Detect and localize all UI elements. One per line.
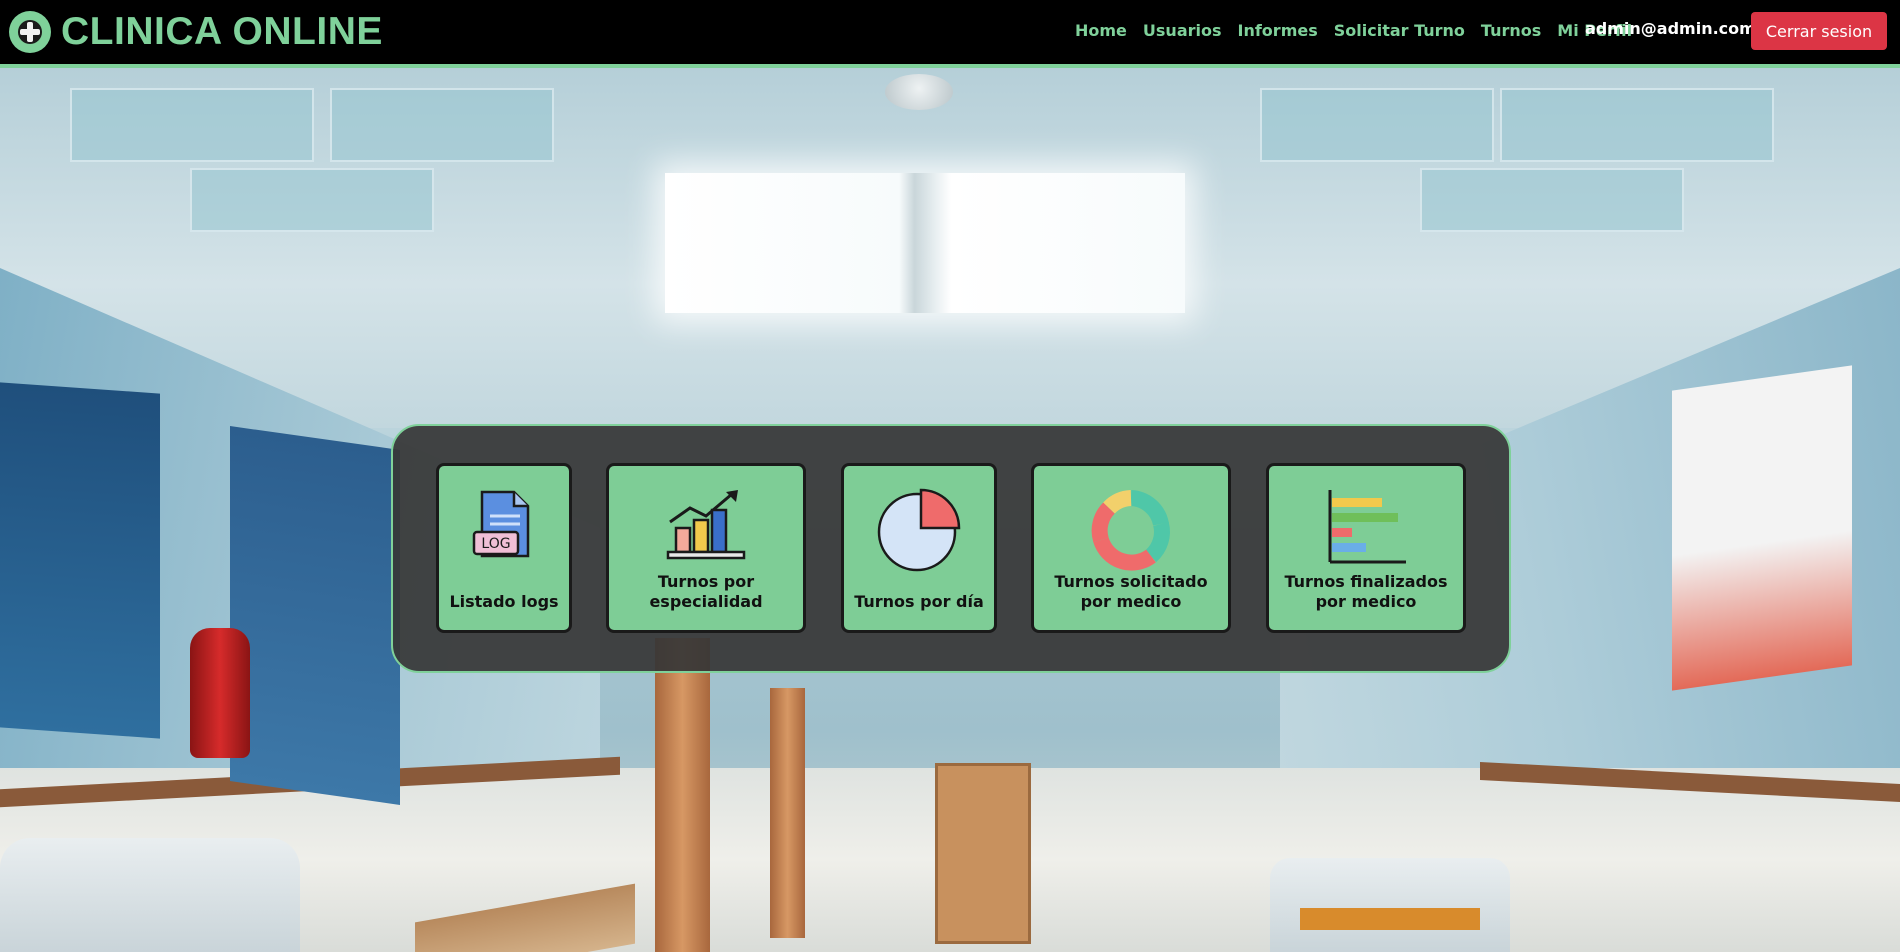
ceiling-panel [1420,168,1684,232]
smoke-detector [885,74,953,110]
anatomy-poster [0,382,160,739]
nav-link-usuarios[interactable]: Usuarios [1143,21,1222,40]
pillar [770,688,805,938]
report-card-label: Turnos finalizados por medico [1284,572,1448,611]
pillar [655,638,710,952]
log-icon-text: LOG [481,536,510,552]
report-card-label: Turnos por especialidad [649,572,763,611]
ceiling-panel [330,88,554,162]
nav-link-turnos[interactable]: Turnos [1481,21,1541,40]
fire-extinguisher [190,628,250,758]
info-poster [1672,365,1852,691]
user-email: admin@admin.com [1585,19,1756,38]
nav-link-solicitar-turno[interactable]: Solicitar Turno [1334,21,1465,40]
report-card-finished-by-doctor[interactable]: Turnos finalizados por medico [1266,463,1466,633]
nav-links: Home Usuarios Informes Solicitar Turno T… [1075,0,1648,60]
report-card-day[interactable]: Turnos por día [841,463,997,633]
report-card-specialty[interactable]: Turnos por especialidad [606,463,806,633]
nav-link-informes[interactable]: Informes [1238,21,1318,40]
report-card-label: Listado logs [449,592,559,611]
timetable-board [230,426,400,805]
donut-chart-icon [1089,488,1173,576]
nav-link-home[interactable]: Home [1075,21,1127,40]
report-card-label: Turnos por día [854,592,984,611]
hospital-bed [0,838,300,952]
report-card-logs[interactable]: LOG Listado logs [436,463,572,633]
hospital-bed [1270,858,1510,952]
ceiling-panel [70,88,314,162]
logout-button[interactable]: Cerrar sesion [1751,12,1887,50]
bar-chart-growth-icon [664,488,748,564]
report-card-requested-by-doctor[interactable]: Turnos solicitado por medico [1031,463,1231,633]
reports-panel: LOG Listado logs Turnos por especialidad [391,424,1511,673]
report-card-label: Turnos solicitado por medico [1054,572,1208,611]
corridor-door [935,763,1031,944]
top-navbar: CLINICA ONLINE Home Usuarios Informes So… [0,0,1900,68]
pie-chart-icon [877,488,961,576]
ceiling-panel [190,168,434,232]
ceiling-panel [1260,88,1494,162]
log-file-icon: LOG [472,488,536,564]
medical-cross-icon [9,11,51,53]
ceiling-light [665,173,1185,313]
ceiling-panel [1500,88,1774,162]
horizontal-bar-chart-icon [1324,488,1408,572]
brand-title: CLINICA ONLINE [61,10,383,53]
brand-logo[interactable]: CLINICA ONLINE [9,10,383,54]
